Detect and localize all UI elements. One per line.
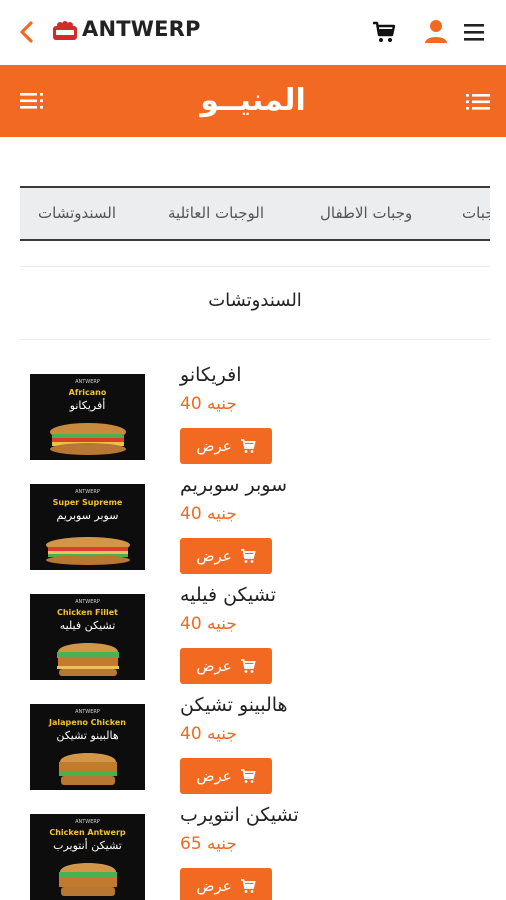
tab-family-meals[interactable]: الوجبات العائلية (168, 188, 264, 239)
thumb-ar-label: تشيكن فيليه (59, 619, 116, 632)
sandwich-icon (46, 537, 130, 565)
hamburger-menu-icon[interactable] (463, 21, 485, 43)
thumb-en-label: Super Supreme (52, 498, 123, 507)
burger-icon (57, 643, 119, 676)
view-button-label: عرض (196, 547, 232, 565)
item-image[interactable]: ANTWERP Jalapeno Chicken هالبينو تشيكن (30, 704, 145, 790)
sandwich-icon (50, 423, 126, 455)
view-button[interactable]: عرض (180, 648, 272, 684)
cart-icon (240, 659, 256, 673)
thumb-en-label: Chicken Antwerp (49, 828, 126, 837)
menu-item: ANTWERP Chicken Antwerp تشيكن أنتويرب تش… (0, 804, 506, 900)
view-button-label: عرض (196, 877, 232, 895)
thumb-en-label: Africano (68, 388, 107, 397)
view-button[interactable]: عرض (180, 538, 272, 574)
item-price: جنيه 65 (180, 834, 237, 854)
chevron-left-icon[interactable] (14, 18, 40, 46)
thumb-ar-label: تشيكن أنتويرب (53, 839, 122, 852)
item-name: هالبينو تشيكن (180, 694, 288, 716)
page-title: المنيــو (200, 83, 306, 118)
thumb-logo: ANTWERP (75, 599, 100, 605)
cart-icon (240, 879, 256, 893)
thumb-en-label: Chicken Fillet (56, 608, 118, 617)
menu-item: ANTWERP Jalapeno Chicken هالبينو تشيكن ه… (0, 694, 506, 808)
list-view-icon[interactable] (466, 92, 490, 112)
view-button[interactable]: عرض (180, 428, 272, 464)
item-image[interactable]: ANTWERP Chicken Antwerp تشيكن أنتويرب (30, 814, 145, 900)
list-menu-icon[interactable] (20, 91, 44, 111)
thumb-logo: ANTWERP (75, 379, 100, 385)
item-image[interactable]: ANTWERP Africano أفريكانو (30, 374, 145, 460)
user-icon[interactable] (424, 19, 448, 45)
tab-kids-meals[interactable]: وجبات الاطفال (320, 188, 412, 239)
top-bar: ANTWERP (0, 0, 506, 64)
tab-meals[interactable]: وجبات (462, 188, 490, 239)
category-tabs: السندوتشات الوجبات العائلية وجبات الاطفا… (20, 186, 490, 241)
logo-icon (53, 21, 77, 40)
item-name: تشيكن انتويرب (180, 804, 299, 826)
item-image[interactable]: ANTWERP Chicken Fillet تشيكن فيليه (30, 594, 145, 680)
item-price: جنيه 40 (180, 614, 237, 634)
thumb-en-label: Jalapeno Chicken (49, 718, 126, 727)
view-button-label: عرض (196, 767, 232, 785)
section-title: السندوتشات (20, 266, 490, 340)
brand-name: ANTWERP (82, 17, 201, 41)
cart-icon (240, 769, 256, 783)
item-name: سوبر سوبريم (180, 474, 287, 496)
item-price: جنيه 40 (180, 394, 237, 414)
thumb-logo: ANTWERP (75, 819, 100, 825)
page-header: المنيــو (0, 65, 506, 137)
thumb-logo: ANTWERP (75, 489, 100, 495)
view-button[interactable]: عرض (180, 758, 272, 794)
thumb-ar-label: سوبر سوبريم (56, 509, 119, 522)
item-price: جنيه 40 (180, 504, 237, 524)
view-button-label: عرض (196, 437, 232, 455)
menu-item: ANTWERP Chicken Fillet تشيكن فيليه تشيكن… (0, 584, 506, 698)
item-price: جنيه 40 (180, 724, 237, 744)
view-button[interactable]: عرض (180, 868, 272, 900)
tab-sandwiches[interactable]: السندوتشات (38, 188, 116, 239)
thumb-ar-label: هالبينو تشيكن (56, 729, 119, 742)
thumb-ar-label: أفريكانو (69, 399, 106, 412)
item-name: تشيكن فيليه (180, 584, 276, 606)
menu-item: ANTWERP Super Supreme سوبر سوبريم سوبر س… (0, 474, 506, 588)
burger-icon (59, 753, 117, 785)
burger-icon (59, 863, 117, 896)
thumb-logo: ANTWERP (75, 709, 100, 715)
view-button-label: عرض (196, 657, 232, 675)
item-image[interactable]: ANTWERP Super Supreme سوبر سوبريم (30, 484, 145, 570)
item-name: افريكانو (180, 364, 242, 386)
menu-item: ANTWERP Africano أفريكانو افريكانو جنيه … (0, 364, 506, 478)
cart-icon (240, 549, 256, 563)
cart-icon[interactable] (372, 20, 396, 44)
cart-icon (240, 439, 256, 453)
